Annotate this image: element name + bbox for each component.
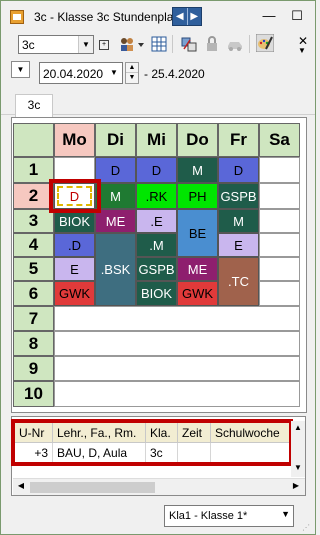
lesson-fr-5-6[interactable]: .TC xyxy=(218,257,259,306)
car-icon[interactable] xyxy=(227,36,243,52)
day-header-sa[interactable]: Sa xyxy=(259,123,300,157)
period-header-3[interactable]: 3 xyxy=(13,209,54,233)
period-header-6[interactable]: 6 xyxy=(13,281,54,306)
title-bar: 3c - Klasse 3c Stundenplan ◀ ▶ — ☐ xyxy=(1,1,315,31)
lesson-do-2[interactable]: PH xyxy=(177,183,218,209)
lesson-di-1[interactable]: D xyxy=(95,157,136,183)
record-navigation[interactable]: ◀ ▶ xyxy=(172,7,202,26)
period-header-10[interactable]: 10 xyxy=(13,381,54,407)
day-header-di[interactable]: Di xyxy=(95,123,136,157)
calendar-dropdown-icon[interactable]: ▼ xyxy=(107,65,121,81)
scroll-right-icon[interactable]: ▶ xyxy=(289,481,303,490)
end-date-label: - 25.4.2020 xyxy=(144,67,205,81)
lesson-mi-5[interactable]: GSPB xyxy=(136,257,177,281)
timetable-grid: Mo Di Mi Do Fr Sa 1 2 3 4 5 6 7 8 9 10 D… xyxy=(13,123,303,410)
transfer-icon[interactable] xyxy=(181,36,197,52)
next-arrow-icon[interactable]: ▶ xyxy=(188,8,202,25)
view-options-dropdown[interactable]: ▼ xyxy=(11,61,30,78)
period-header-7[interactable]: 7 xyxy=(13,306,54,331)
previous-arrow-icon[interactable]: ◀ xyxy=(173,8,188,25)
period-header-9[interactable]: 9 xyxy=(13,356,54,381)
day-header-mi[interactable]: Mi xyxy=(136,123,177,157)
lesson-do-3-4[interactable]: BE xyxy=(177,209,218,257)
toolbar-separator xyxy=(172,35,173,53)
period-header-4[interactable]: 4 xyxy=(13,233,54,257)
period-header-1[interactable]: 1 xyxy=(13,157,54,183)
selected-lesson-highlight xyxy=(49,179,101,213)
empty-row-10[interactable] xyxy=(54,381,300,407)
details-highlight xyxy=(11,419,293,466)
people-icon[interactable] xyxy=(119,36,135,52)
spin-up-icon[interactable]: ▲ xyxy=(126,63,138,73)
empty-slot[interactable] xyxy=(259,209,300,233)
lesson-mo-6[interactable]: GWK xyxy=(54,281,95,306)
grid-corner xyxy=(13,123,54,157)
empty-row-9[interactable] xyxy=(54,356,300,381)
empty-slot[interactable] xyxy=(259,233,300,257)
lesson-fr-3[interactable]: M xyxy=(218,209,259,233)
lesson-fr-1[interactable]: D xyxy=(218,157,259,183)
period-header-5[interactable]: 5 xyxy=(13,257,54,281)
scroll-thumb[interactable] xyxy=(30,482,155,493)
scroll-up-icon[interactable]: ▲ xyxy=(291,423,305,432)
date-spinner[interactable]: ▲ ▼ xyxy=(125,62,139,84)
view-menu-icon[interactable]: ▼ xyxy=(298,47,306,55)
empty-slot[interactable] xyxy=(259,157,300,183)
tab-3c[interactable]: 3c xyxy=(15,94,53,117)
lesson-mi-6[interactable]: BIOK xyxy=(136,281,177,306)
timetable-app-icon xyxy=(10,10,24,24)
lesson-do-1[interactable]: M xyxy=(177,157,218,183)
lesson-di-4-6[interactable]: .BSK xyxy=(95,233,136,306)
lock-icon[interactable] xyxy=(204,36,220,52)
timetable-window: 3c - Klasse 3c Stundenplan ◀ ▶ — ☐ 3c ▼ … xyxy=(0,0,316,535)
maximize-button[interactable]: ☐ xyxy=(286,6,308,26)
expand-icon[interactable]: + xyxy=(99,40,109,50)
day-header-mo[interactable]: Mo xyxy=(54,123,95,157)
period-header-8[interactable]: 8 xyxy=(13,331,54,356)
lesson-do-6[interactable]: GWK xyxy=(177,281,218,306)
layout-select-value: Kla1 - Klasse 1* xyxy=(169,510,248,522)
spin-down-icon[interactable]: ▼ xyxy=(126,73,138,83)
class-select[interactable]: 3c ▼ xyxy=(18,35,94,54)
window-title: 3c - Klasse 3c Stundenplan xyxy=(34,10,172,24)
lesson-mi-1[interactable]: D xyxy=(136,157,177,183)
day-header-fr[interactable]: Fr xyxy=(218,123,259,157)
grid-settings-icon[interactable] xyxy=(151,36,167,52)
lesson-fr-2[interactable]: GSPB xyxy=(218,183,259,209)
lesson-mi-4[interactable]: .M xyxy=(136,233,177,257)
empty-row-7[interactable] xyxy=(54,306,300,331)
vertical-scrollbar[interactable]: ▲ ▼ xyxy=(291,421,305,477)
lesson-fr-4[interactable]: E xyxy=(218,233,259,257)
minimize-button[interactable]: — xyxy=(258,6,280,26)
lesson-mo-4[interactable]: .D xyxy=(54,233,95,257)
resize-grip-icon[interactable]: ⋰ xyxy=(302,523,310,532)
horizontal-scrollbar[interactable]: ◀ ▶ xyxy=(13,478,305,495)
empty-slot[interactable] xyxy=(259,183,300,209)
lesson-mo-5[interactable]: E xyxy=(54,257,95,281)
lesson-do-5[interactable]: ME xyxy=(177,257,218,281)
day-header-do[interactable]: Do xyxy=(177,123,218,157)
lesson-mi-2[interactable]: .RK xyxy=(136,183,177,209)
empty-row-8[interactable] xyxy=(54,331,300,356)
lesson-di-2[interactable]: M xyxy=(95,183,136,209)
layout-select[interactable]: Kla1 - Klasse 1* ▼ xyxy=(164,505,294,527)
scroll-left-icon[interactable]: ◀ xyxy=(14,481,28,490)
period-header-2[interactable]: 2 xyxy=(13,183,54,209)
chevron-down-icon[interactable]: ▼ xyxy=(78,36,93,53)
dropdown-arrow-icon[interactable] xyxy=(137,36,145,52)
lesson-mi-3[interactable]: .E xyxy=(136,209,177,233)
start-date-value: 20.04.2020 xyxy=(43,67,104,81)
empty-slot[interactable] xyxy=(259,257,300,281)
start-date-picker[interactable]: 20.04.2020 ▼ xyxy=(39,62,123,84)
empty-slot[interactable] xyxy=(259,281,300,306)
chevron-down-icon[interactable]: ▼ xyxy=(281,509,290,519)
palette-icon[interactable] xyxy=(256,34,274,52)
scroll-down-icon[interactable]: ▼ xyxy=(291,463,305,472)
lesson-di-3[interactable]: ME xyxy=(95,209,136,233)
toolbar-separator xyxy=(249,35,250,53)
class-select-value: 3c xyxy=(22,38,35,52)
